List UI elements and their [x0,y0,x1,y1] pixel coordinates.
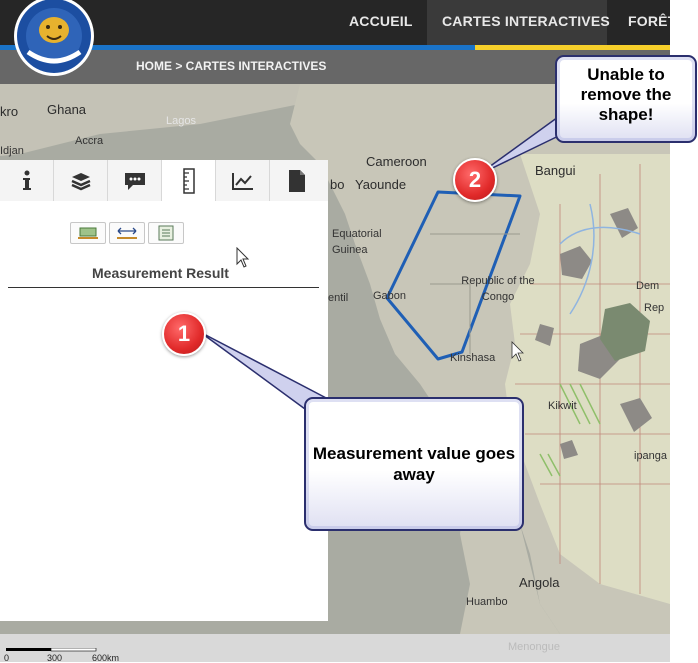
callout-measurement-text: Measurement value goes away [312,444,516,484]
annotation-badge-1: 1 [162,312,206,356]
callout-measurement-value: Measurement value goes away [304,397,524,531]
annotation-badge-2: 2 [453,158,497,202]
callout-remove-shape: Unable to remove the shape! [555,55,697,143]
callout-remove-shape-text: Unable to remove the shape! [580,65,672,124]
